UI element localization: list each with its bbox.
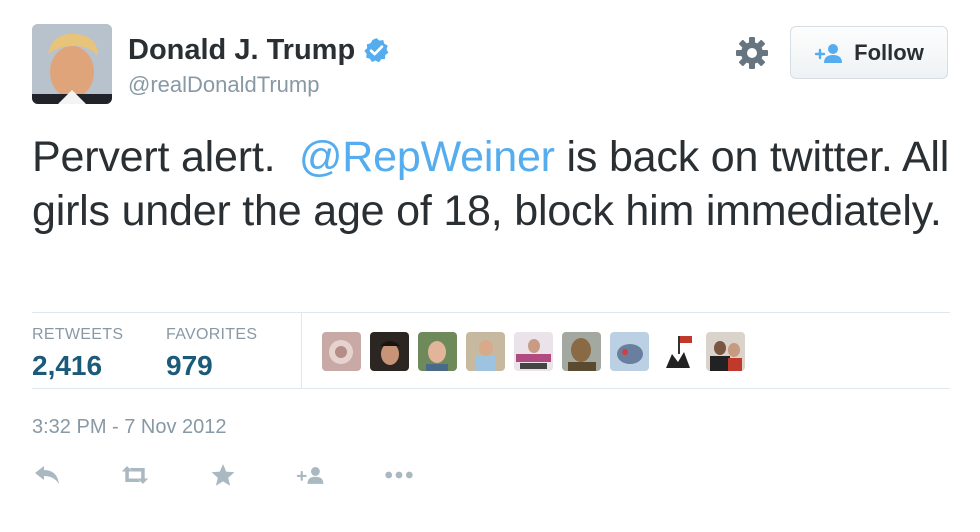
user-handle[interactable]: @realDonaldTrump [128,72,319,98]
retweets-label: RETWEETS [32,326,124,343]
add-user-icon [814,43,843,63]
favorites-count: 979 [166,350,213,381]
user-display-name[interactable]: Donald J. Trump [128,34,390,67]
favoriter-avatar[interactable] [562,332,601,371]
tweet-text-start: Pervert alert. [32,133,299,181]
stats-divider-top [32,312,950,313]
verified-badge-icon [364,38,389,63]
user-avatar[interactable] [32,24,112,104]
more-icon[interactable] [384,460,414,490]
retweets-count: 2,416 [32,350,103,381]
favorited-by-avatars [322,332,745,371]
tweet-timestamp[interactable]: 3:32 PM - 7 Nov 2012 [32,416,227,439]
tweet-actions [32,460,472,490]
favoriter-avatar[interactable] [466,332,505,371]
display-name-text[interactable]: Donald J. Trump [128,34,355,67]
favorites-label: FAVORITES [166,326,258,343]
gear-icon[interactable] [733,34,771,72]
reply-icon[interactable] [32,460,62,490]
follow-label: Follow [854,39,924,65]
favoriter-avatar[interactable] [658,332,697,371]
favorites-stat[interactable]: FAVORITES 979 [166,326,257,382]
favoriter-avatar[interactable] [418,332,457,371]
favoriter-avatar[interactable] [610,332,649,371]
retweet-icon[interactable] [120,460,150,490]
favoriter-avatar[interactable] [706,332,745,371]
favoriter-avatar[interactable] [322,332,361,371]
tweet-text: Pervert alert. @RepWeiner is back on twi… [32,130,962,238]
favoriter-avatar[interactable] [370,332,409,371]
retweets-stat[interactable]: RETWEETS 2,416 [32,326,123,382]
favoriter-avatar[interactable] [514,332,553,371]
follow-button[interactable]: Follow [790,26,948,79]
stats-divider-bottom [32,388,950,389]
follow-icon[interactable] [296,460,326,490]
mention-link[interactable]: @RepWeiner [299,133,555,181]
favorite-icon[interactable] [208,460,238,490]
stats-separator [301,313,302,388]
